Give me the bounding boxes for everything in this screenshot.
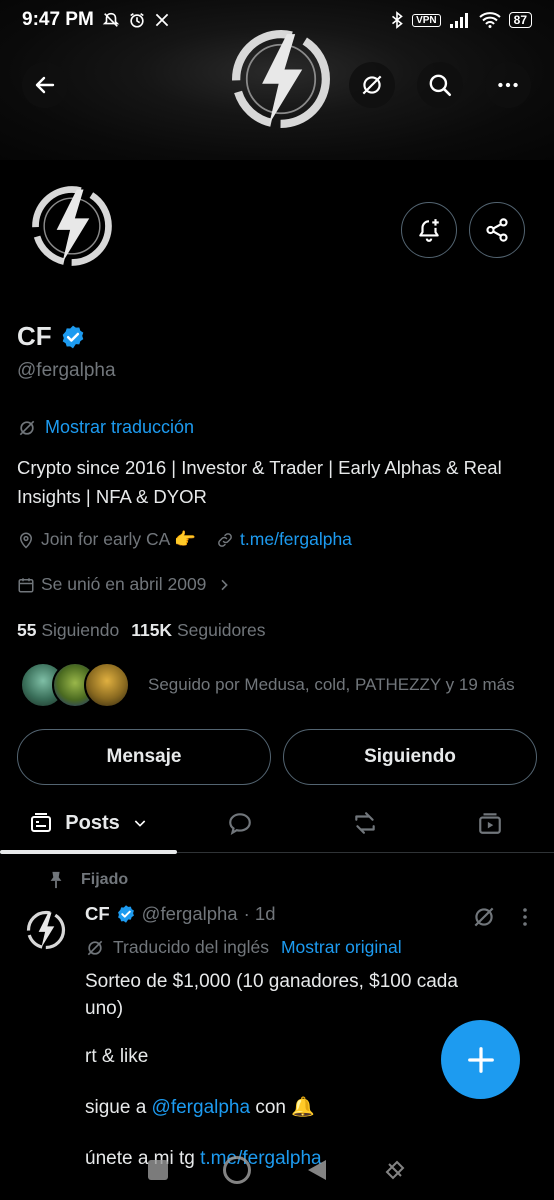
translate-button[interactable]: [349, 62, 395, 108]
profile-joined-row[interactable]: Se unió en abril 2009: [17, 574, 232, 595]
translate-icon: [362, 75, 382, 95]
post-text-line: sigue a @fergalpha con 🔔: [85, 1094, 525, 1121]
plus-icon: [467, 1046, 494, 1073]
followers-label: Seguidores: [176, 620, 266, 640]
recents-icon[interactable]: [147, 1160, 168, 1180]
pinned-label-row: Fijado: [47, 870, 128, 890]
tab-posts[interactable]: Posts: [0, 795, 177, 851]
bell-plus-icon: [419, 219, 439, 242]
signal-icon: [449, 13, 468, 28]
followers-count-link[interactable]: 115K Seguidores: [131, 620, 265, 641]
calendar-icon: [18, 577, 34, 592]
post-author-avatar[interactable]: [22, 906, 70, 954]
post-author-name[interactable]: CF: [85, 903, 110, 925]
profile-handle: @fergalpha: [17, 360, 116, 381]
bio-line: Crypto since 2016 | Investor & Trader | …: [17, 457, 502, 478]
following-button[interactable]: Siguiendo: [283, 729, 537, 785]
verified-badge-icon: [117, 905, 134, 923]
bluetooth-icon: [392, 11, 403, 29]
chevron-down-icon: [134, 820, 145, 827]
more-vertical-icon: [523, 908, 527, 926]
repost-icon: [355, 812, 375, 834]
pinned-label: Fijado: [81, 871, 129, 888]
system-navigation-bar: [0, 1140, 554, 1200]
verified-badge-icon: [62, 325, 83, 348]
profile-avatar[interactable]: [16, 170, 128, 282]
translate-icon: [474, 907, 494, 927]
post-header: CF @fergalpha · 1d: [85, 903, 276, 925]
following-count: 55: [17, 620, 37, 640]
profile-meta-row: Join for early CA 👉 t.me/fergalpha: [17, 529, 352, 550]
profile-bio: Crypto since 2016 | Investor & Trader | …: [17, 453, 542, 511]
home-icon[interactable]: [222, 1156, 251, 1184]
status-time: 9:47 PM: [22, 9, 94, 30]
notifications-button[interactable]: [401, 202, 457, 258]
vpn-badge: VPN: [412, 13, 441, 27]
more-horizontal-icon: [498, 82, 518, 88]
mention-link[interactable]: @fergalpha: [152, 1097, 251, 1118]
profile-name-text: CF: [17, 321, 52, 351]
post-text-line: Sorteo de $1,000 (10 ganadores, $100 cad…: [85, 971, 458, 992]
translated-from-label: Traducido del inglés: [113, 937, 269, 957]
x-app-icon: [155, 13, 169, 27]
profile-website-link[interactable]: t.me/fergalpha: [240, 529, 352, 550]
reply-icon: [229, 813, 251, 836]
followed-by-row[interactable]: Seguido por Medusa, cold, PATHEZZY y 19 …: [20, 662, 515, 708]
bio-line: Insights | NFA & DYOR: [17, 486, 207, 507]
search-icon: [429, 74, 452, 97]
share-icon: [486, 218, 508, 242]
back-button[interactable]: [22, 62, 68, 108]
follower-avatar: [84, 662, 130, 708]
lightning-logo-icon: [26, 910, 66, 950]
tab-replies[interactable]: [200, 795, 280, 851]
share-button[interactable]: [469, 202, 525, 258]
post-translation-row: Traducido del inglés Mostrar original: [85, 937, 402, 958]
message-button[interactable]: Mensaje: [17, 729, 271, 785]
link-icon: [218, 532, 232, 547]
follow-counts: 55 Siguiendo 115K Seguidores: [17, 620, 266, 641]
dnd-bell-icon: [102, 12, 120, 27]
translate-icon: [19, 420, 35, 435]
post-translate-button[interactable]: [471, 904, 497, 935]
battery-level: 87: [508, 12, 532, 28]
profile-joined: Se unió en abril 2009: [41, 574, 207, 594]
show-translation-label: Mostrar traducción: [45, 417, 195, 437]
posts-icon: [31, 813, 52, 832]
video-icon: [479, 813, 501, 834]
more-button[interactable]: [485, 62, 531, 108]
post-text-paragraph: Sorteo de $1,000 (10 ganadores, $100 cad…: [85, 968, 525, 1022]
followers-count: 115K: [131, 620, 173, 640]
status-bar: 9:47 PM VPN 87: [0, 0, 554, 40]
pin-icon: [50, 871, 62, 889]
active-tab-indicator: [0, 850, 177, 854]
translate-icon: [87, 940, 103, 955]
profile-location: Join for early CA 👉: [41, 529, 197, 549]
post-text-segment: sigue a: [85, 1097, 152, 1118]
tab-posts-label: Posts: [65, 811, 120, 834]
following-label: Siguiendo: [41, 620, 120, 640]
search-button[interactable]: [417, 62, 463, 108]
profile-name: CF: [17, 321, 86, 352]
post-author-handle[interactable]: @fergalpha: [142, 903, 238, 925]
tab-reposts[interactable]: [325, 795, 405, 851]
show-translation-link[interactable]: Mostrar traducción: [17, 417, 194, 438]
post-more-button[interactable]: [516, 905, 534, 934]
location-pin-icon: [19, 532, 33, 549]
back-nav-icon[interactable]: [306, 1158, 328, 1182]
tab-media[interactable]: [450, 795, 530, 851]
following-count-link[interactable]: 55 Siguiendo: [17, 620, 119, 641]
compose-post-button[interactable]: [441, 1020, 520, 1099]
post-text-line: uno): [85, 998, 124, 1019]
lightning-logo-icon: [32, 186, 112, 266]
followed-by-text: Seguido por Medusa, cold, PATHEZZY y 19 …: [148, 675, 515, 694]
post-text-segment: con 🔔: [250, 1097, 315, 1118]
arrow-left-icon: [35, 76, 55, 94]
alarm-icon: [130, 13, 144, 28]
show-original-link[interactable]: Mostrar original: [281, 937, 402, 958]
rotate-icon[interactable]: [383, 1158, 407, 1182]
post-time: · 1d: [243, 903, 276, 924]
wifi-icon: [478, 12, 501, 28]
chevron-right-icon: [221, 579, 229, 590]
profile-tabs: Posts: [0, 795, 554, 853]
